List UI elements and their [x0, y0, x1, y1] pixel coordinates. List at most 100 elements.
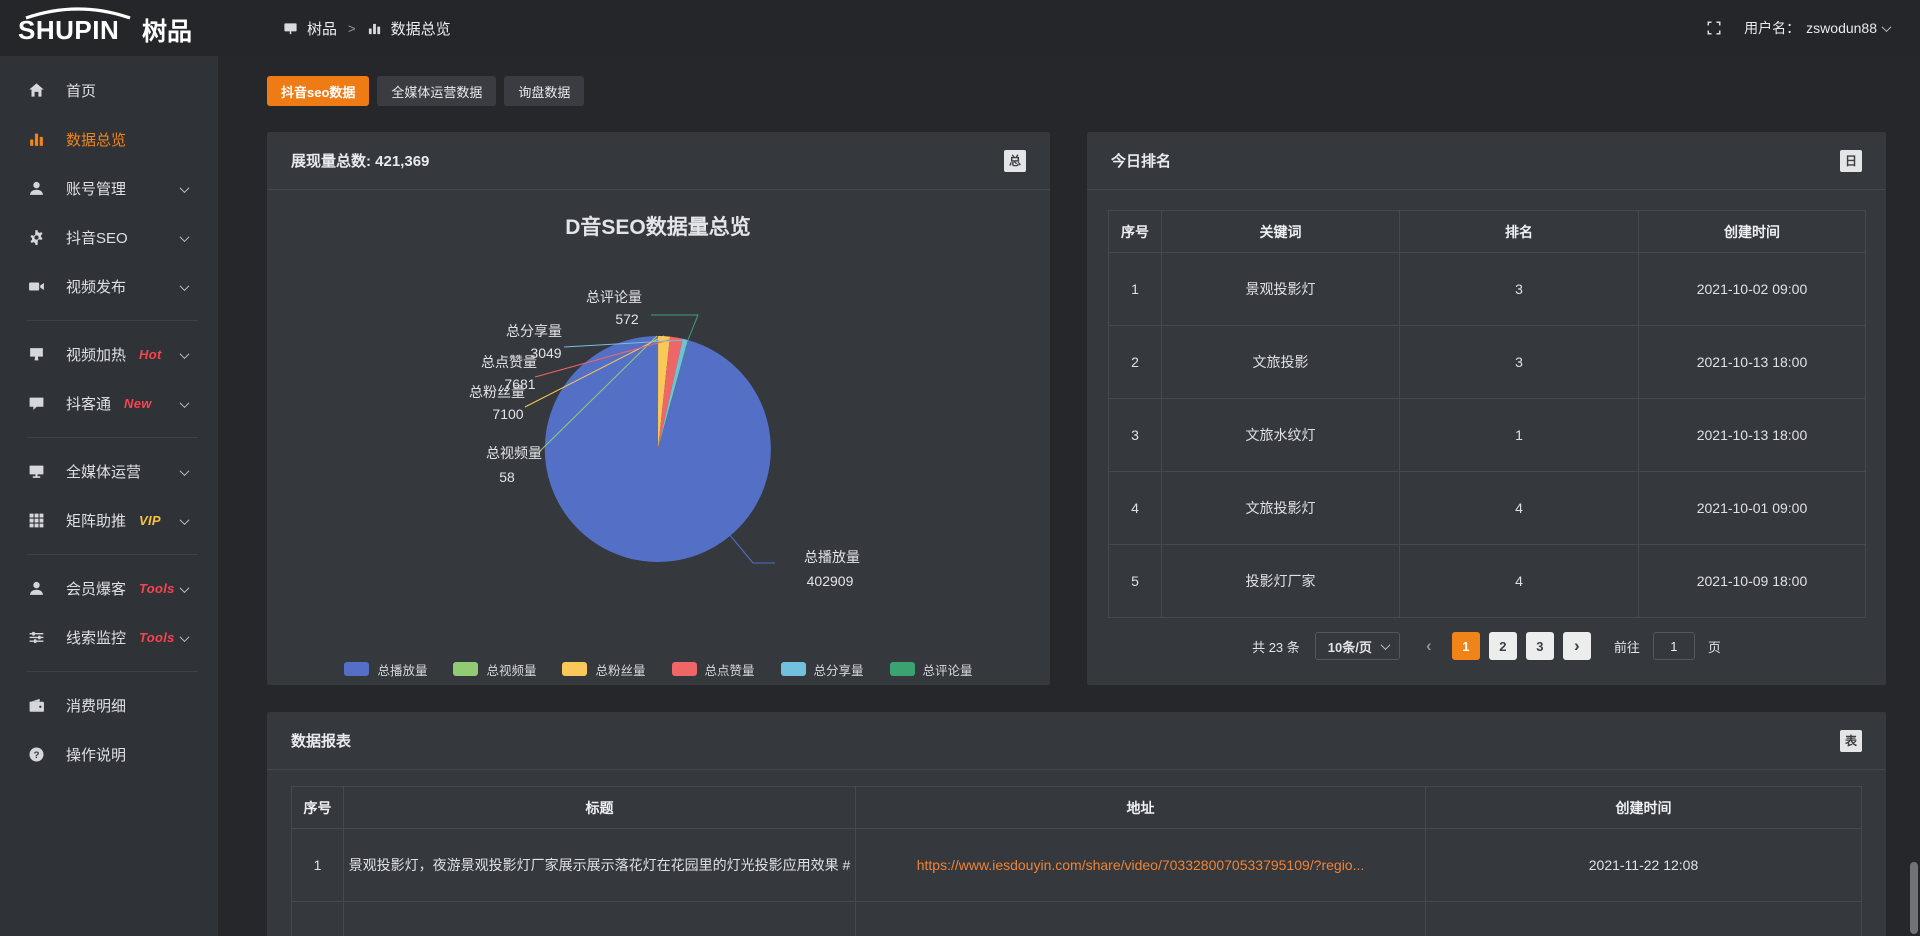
cell-created: 2021-10-13 18:00 [1639, 326, 1866, 399]
legend-item[interactable]: 总粉丝量 [562, 660, 645, 679]
pie-label-name: 总评论量 [586, 289, 642, 305]
goto-suffix: 页 [1708, 637, 1721, 656]
sidebar-item-help[interactable]: ? 操作说明 [0, 730, 218, 779]
sidebar-divider [27, 437, 198, 438]
col-title: 标题 [344, 787, 856, 829]
table-badge[interactable]: 表 [1840, 730, 1862, 752]
main-content: 抖音seo数据 全媒体运营数据 询盘数据 展现量总数: 421,369 总 D音… [218, 56, 1920, 936]
page-button-2[interactable]: 2 [1489, 632, 1517, 660]
sliders-icon [28, 629, 45, 646]
day-badge[interactable]: 日 [1840, 150, 1862, 172]
topbar: SHUPIN 树品 树品 > 数据总览 用户名：zswodun88 [0, 0, 1920, 56]
video-icon [28, 278, 45, 295]
sidebar-item-label: 视频加热 [66, 344, 126, 365]
sidebar-item-matrix-boost[interactable]: 矩阵助推 VIP [0, 496, 218, 545]
cell-index: 1 [1109, 253, 1162, 326]
sidebar: 首页 数据总览 账号管理 抖音SEO 视频发布 视频加热 Hot 抖客通 New… [0, 56, 218, 936]
wallet-icon [28, 697, 45, 714]
sidebar-item-media-operation[interactable]: 全媒体运营 [0, 447, 218, 496]
sidebar-item-account[interactable]: 账号管理 [0, 164, 218, 213]
goto-page-input[interactable]: 1 [1653, 632, 1695, 660]
board-icon [283, 21, 298, 36]
member-icon [28, 580, 45, 597]
chart-legend: 总播放量 总视频量 总粉丝量 总点赞量 总分享量 总评论量 [267, 650, 1050, 688]
comment-icon [28, 395, 45, 412]
sidebar-item-label: 消费明细 [66, 695, 126, 716]
legend-item[interactable]: 总播放量 [344, 660, 427, 679]
pie-label-value: 58 [499, 469, 515, 485]
user-menu[interactable]: 用户名：zswodun88 [1744, 18, 1890, 38]
pie-chart-svg[interactable]: D音SEO数据量总览总视频量58总粉丝量7100总点赞量7681总分享量3049… [267, 190, 1050, 645]
table-row: 2 文旅投影 3 2021-10-13 18:00 [1109, 326, 1866, 399]
breadcrumb-separator: > [348, 21, 356, 36]
page-button-1[interactable]: 1 [1452, 632, 1480, 660]
rank-panel: 今日排名 日 序号 关键词 排名 创建时间 1 景观投影灯 [1087, 132, 1886, 685]
page-size-select[interactable]: 10条/页 [1315, 632, 1400, 660]
sidebar-item-data-overview[interactable]: 数据总览 [0, 115, 218, 164]
cell-index: 5 [1109, 545, 1162, 618]
sidebar-divider [27, 671, 198, 672]
chevron-down-icon [180, 183, 190, 193]
pie-label-name: 总点赞量 [481, 354, 537, 370]
sidebar-item-consumption[interactable]: 消费明细 [0, 681, 218, 730]
pie-slice[interactable] [545, 336, 771, 562]
sidebar-item-member-burst[interactable]: 会员爆客 Tools [0, 564, 218, 613]
pie-label-name: 总播放量 [804, 549, 860, 565]
fullscreen-icon[interactable] [1706, 20, 1722, 36]
prev-page-button[interactable]: ‹ [1415, 632, 1443, 660]
legend-label: 总点赞量 [705, 660, 755, 679]
table-row: 4 文旅投影灯 4 2021-10-01 09:00 [1109, 472, 1866, 545]
legend-item[interactable]: 总视频量 [453, 660, 536, 679]
bar-chart-icon [367, 21, 382, 36]
cell-index: 2 [1109, 326, 1162, 399]
overview-panel: 展现量总数: 421,369 总 D音SEO数据量总览总视频量58总粉丝量710… [267, 132, 1050, 685]
page-button-3[interactable]: 3 [1526, 632, 1554, 660]
total-badge[interactable]: 总 [1004, 150, 1026, 172]
sidebar-item-video-publish[interactable]: 视频发布 [0, 262, 218, 311]
rank-panel-title: 今日排名 [1111, 150, 1171, 171]
next-page-button[interactable]: › [1563, 632, 1591, 660]
sidebar-item-lead-monitor[interactable]: 线索监控 Tools [0, 613, 218, 662]
legend-item[interactable]: 总分享量 [781, 660, 864, 679]
cell-keyword: 文旅投影灯 [1162, 472, 1400, 545]
legend-swatch-icon [890, 662, 915, 676]
cell-url-link[interactable]: https://www.iesdouyin.com/share/video/70… [856, 829, 1426, 902]
sidebar-item-home[interactable]: 首页 [0, 66, 218, 115]
breadcrumb-current: 数据总览 [391, 18, 451, 39]
cell-created: 2021-10-01 09:00 [1639, 472, 1866, 545]
logo-graphic: SHUPIN 树品 [16, 6, 216, 50]
breadcrumb-root[interactable]: 树品 [307, 18, 337, 39]
sidebar-item-doukestong[interactable]: 抖客通 New [0, 379, 218, 428]
gear-icon [28, 229, 45, 246]
vip-tag: VIP [139, 513, 161, 528]
table-row [292, 902, 1862, 936]
pie-label-value: 572 [615, 311, 639, 327]
legend-swatch-icon [672, 662, 697, 676]
sidebar-item-label: 线索监控 [66, 627, 126, 648]
col-created: 创建时间 [1426, 787, 1862, 829]
user-label: 用户名： [1744, 18, 1800, 38]
sidebar-item-label: 抖客通 [66, 393, 111, 414]
cell-created: 2021-10-09 18:00 [1639, 545, 1866, 618]
tab-inquiry-data[interactable]: 询盘数据 [504, 76, 584, 106]
hot-tag: Hot [139, 347, 162, 362]
tab-douyin-seo-data[interactable]: 抖音seo数据 [267, 76, 369, 106]
report-panel-title: 数据报表 [291, 730, 351, 751]
pie-label-name: 总分享量 [506, 323, 562, 339]
sidebar-item-douyin-seo[interactable]: 抖音SEO [0, 213, 218, 262]
sidebar-item-video-heat[interactable]: 视频加热 Hot [0, 330, 218, 379]
rank-table: 序号 关键词 排名 创建时间 1 景观投影灯 3 2021-10-02 09:0… [1108, 210, 1866, 618]
legend-label: 总评论量 [923, 660, 973, 679]
table-row: 3 文旅水纹灯 1 2021-10-13 18:00 [1109, 399, 1866, 472]
cell-created: 2021-10-13 18:00 [1639, 399, 1866, 472]
tab-media-operation-data[interactable]: 全媒体运营数据 [377, 76, 496, 106]
legend-item[interactable]: 总点赞量 [672, 660, 755, 679]
col-url: 地址 [856, 787, 1426, 829]
pie-label-value: 3049 [530, 345, 561, 361]
scrollbar-thumb[interactable] [1910, 862, 1918, 934]
tools-tag: Tools [139, 581, 175, 596]
sidebar-item-label: 首页 [66, 80, 96, 101]
chevron-down-icon [180, 466, 190, 476]
legend-item[interactable]: 总评论量 [890, 660, 973, 679]
breadcrumb: 树品 > 数据总览 [283, 18, 451, 39]
